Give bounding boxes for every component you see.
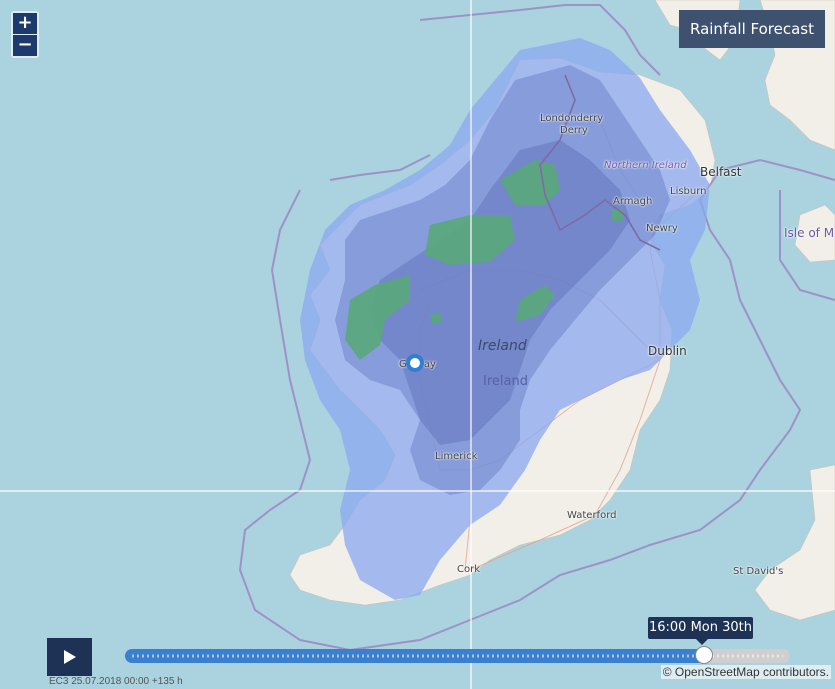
label-limerick: Limerick <box>435 451 478 462</box>
zoom-out-button[interactable]: − <box>13 35 37 56</box>
label-newry: Newry <box>646 223 678 234</box>
label-ireland: Ireland <box>483 374 528 389</box>
label-armagh: Armagh <box>613 196 653 207</box>
attribution: © OpenStreetMap contributors. <box>660 665 831 679</box>
label-lisburn: Lisburn <box>670 186 707 197</box>
label-ireland-italic: Ireland <box>478 338 527 354</box>
zoom-control: + − <box>11 11 39 58</box>
rainfall-forecast-button[interactable]: Rainfall Forecast <box>679 10 825 48</box>
timeline-ticks <box>132 654 783 658</box>
map-view[interactable]: Londonderry Derry Northern Ireland Belfa… <box>0 0 835 689</box>
label-northern-ireland: Northern Ireland <box>604 160 687 171</box>
label-st-davids: St David's <box>733 566 784 577</box>
land-wales <box>754 464 835 621</box>
map-base <box>0 0 835 689</box>
label-cork: Cork <box>457 564 481 575</box>
label-derry: Derry <box>560 125 588 136</box>
label-belfast: Belfast <box>700 165 742 179</box>
location-marker[interactable] <box>406 354 424 372</box>
label-dublin: Dublin <box>648 344 687 358</box>
play-button[interactable] <box>47 638 92 676</box>
label-isle-of-man: Isle of M <box>784 226 835 240</box>
model-run-label: EC3 25.07.2018 00:00 +135 h <box>49 676 183 687</box>
label-londonderry: Londonderry <box>540 113 604 124</box>
timeline-time-label: 16:00 Mon 30th <box>648 617 753 645</box>
timeline-slider[interactable] <box>125 649 790 663</box>
timeline-handle[interactable] <box>695 646 713 664</box>
play-icon <box>64 650 76 664</box>
zoom-in-button[interactable]: + <box>13 13 37 34</box>
label-waterford: Waterford <box>567 510 617 521</box>
